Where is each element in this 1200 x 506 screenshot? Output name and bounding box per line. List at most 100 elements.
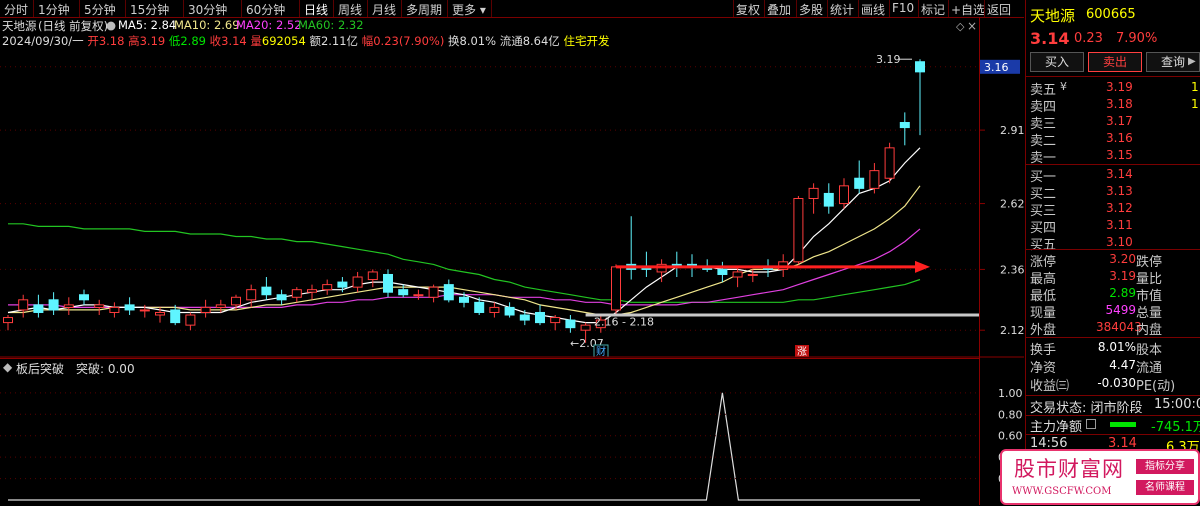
candle-56 — [854, 177, 865, 189]
watermark-url: WWW.GSCFW.COM — [1012, 486, 1112, 497]
ask-4-price[interactable]: 3.18 — [1106, 97, 1133, 111]
candle-2 — [33, 304, 44, 313]
bid-3-price[interactable]: 3.12 — [1106, 201, 1133, 215]
watermark-tag-1: 指标分享 — [1136, 459, 1194, 474]
stat2-2-value: -0.030 — [1097, 376, 1136, 390]
ask-2-price[interactable]: 3.16 — [1106, 131, 1133, 145]
ask-5-volume: 1 — [1191, 80, 1199, 94]
candle-31 — [474, 301, 485, 313]
price-axis-label-3: 2.36 — [1000, 263, 1024, 276]
panel-change: 0.23 — [1074, 31, 1103, 46]
trade-status: 交易状态: 闭市阶段 — [1030, 401, 1143, 416]
candle-17 — [261, 286, 272, 296]
candle-48 — [732, 271, 743, 278]
candle-30 — [459, 296, 469, 303]
indicator-icon[interactable]: ◆ — [3, 360, 12, 374]
candle-12 — [185, 314, 196, 326]
candle-55 — [839, 185, 849, 205]
close-icon: × — [967, 19, 977, 33]
candle-24 — [367, 271, 378, 281]
cai-text: 财 — [596, 345, 606, 358]
candle-20 — [307, 289, 317, 293]
candle-26 — [398, 289, 409, 296]
candle-22 — [337, 281, 348, 288]
price-axis-label-0: 3.16 — [984, 61, 1009, 74]
candle-5 — [79, 294, 89, 301]
flow-menu-icon[interactable] — [1086, 419, 1096, 429]
candle-25 — [383, 273, 393, 293]
stat2-0-label: 换手 — [1030, 343, 1057, 358]
candle-33 — [504, 306, 515, 316]
stat2-1-label2: 流通 — [1136, 361, 1163, 376]
candle-1 — [18, 299, 29, 311]
stat-4-label: 外盘 — [1030, 323, 1057, 338]
candle-18 — [276, 294, 287, 301]
candle-49 — [747, 273, 758, 276]
candle-35 — [535, 311, 545, 324]
ask-4-volume: 1 — [1191, 97, 1199, 111]
candle-40 — [611, 266, 621, 311]
candle-36 — [550, 317, 561, 324]
candle-6 — [94, 304, 105, 308]
candle-47 — [717, 268, 728, 275]
buy-button[interactable]: 买入 — [1030, 52, 1084, 72]
candle-8 — [124, 304, 135, 311]
ask-1-price[interactable]: 3.15 — [1106, 148, 1133, 162]
candle-10 — [155, 311, 165, 316]
trade-status-time: 15:00:0 — [1154, 397, 1200, 412]
candle-52 — [793, 198, 804, 263]
panel-price: 3.14 — [1030, 29, 1070, 48]
candle-32 — [489, 306, 500, 313]
ask-5-price[interactable]: 3.19 — [1106, 80, 1133, 94]
panel-collapse-icon[interactable]: ▶ — [1188, 56, 1196, 67]
candle-53 — [808, 187, 819, 199]
candle-15 — [231, 296, 241, 306]
candle-19 — [291, 289, 302, 298]
diamond-icon: ◇ — [956, 20, 965, 33]
stat2-0-label2: 股本 — [1136, 343, 1163, 358]
stat-1-value: 3.19 — [1109, 269, 1136, 283]
stat-4-value: 384043 — [1096, 320, 1142, 334]
yen-icon[interactable]: ¥ — [1060, 80, 1067, 93]
stat-3-value: 5499 — [1105, 303, 1136, 317]
bid-1-price[interactable]: 3.14 — [1106, 167, 1133, 181]
bid-4-price[interactable]: 3.11 — [1106, 218, 1133, 232]
candle-34 — [519, 314, 530, 321]
quote-panel: 天地源 600665 3.14 0.23 7.90% 买入 卖出 查询 卖五 3.… — [1025, 0, 1200, 505]
candle-23 — [352, 276, 363, 288]
indicator-axis-label-2: 0.60 — [998, 430, 1023, 443]
panel-pct: 7.90% — [1116, 31, 1158, 46]
stat2-2-label: 收益㈢ — [1030, 379, 1070, 394]
indicator-line — [8, 392, 920, 501]
indicator-axis-label-0: 1.00 — [998, 387, 1023, 400]
stat2-2-label2: PE(动) — [1136, 379, 1176, 394]
ask-3-price[interactable]: 3.17 — [1106, 114, 1133, 128]
candle-28 — [428, 286, 439, 298]
candle-54 — [823, 192, 834, 207]
candle-27 — [413, 294, 424, 297]
stat2-1-label: 净资 — [1030, 361, 1057, 376]
price-axis-label-1: 2.91 — [1000, 124, 1024, 137]
candle-58 — [884, 147, 895, 179]
sell-button[interactable]: 卖出 — [1088, 52, 1142, 72]
candle-29 — [443, 284, 454, 301]
candle-37 — [565, 319, 576, 329]
zhang-text: 涨 — [797, 346, 807, 358]
candle-0 — [3, 317, 13, 324]
watermark: 股市财富网 WWW.GSCFW.COM 指标分享 名师课程 — [1000, 449, 1200, 505]
breakout-arrow-icon — [915, 260, 930, 273]
bid-5-price[interactable]: 3.10 — [1106, 235, 1133, 249]
panel-stock-name: 天地源 — [1030, 7, 1076, 25]
stat-4-label2: 内盘 — [1136, 323, 1163, 338]
candle-11 — [170, 309, 181, 324]
stat-0-value: 3.20 — [1109, 252, 1136, 266]
candle-57 — [869, 170, 880, 189]
candle-38 — [580, 324, 591, 331]
candle-9 — [139, 309, 150, 312]
kline-chart[interactable]: 3.19←2.072.16 - 2.18财 涨3.162.912.622.362.… — [0, 0, 1024, 505]
stat2-1-value: 4.47 — [1109, 358, 1136, 372]
candle-21 — [322, 284, 333, 291]
flow-value: -745.1万 — [1151, 420, 1200, 435]
indicator-title: 板后突破 — [16, 362, 65, 376]
bid-2-price[interactable]: 3.13 — [1106, 184, 1133, 198]
